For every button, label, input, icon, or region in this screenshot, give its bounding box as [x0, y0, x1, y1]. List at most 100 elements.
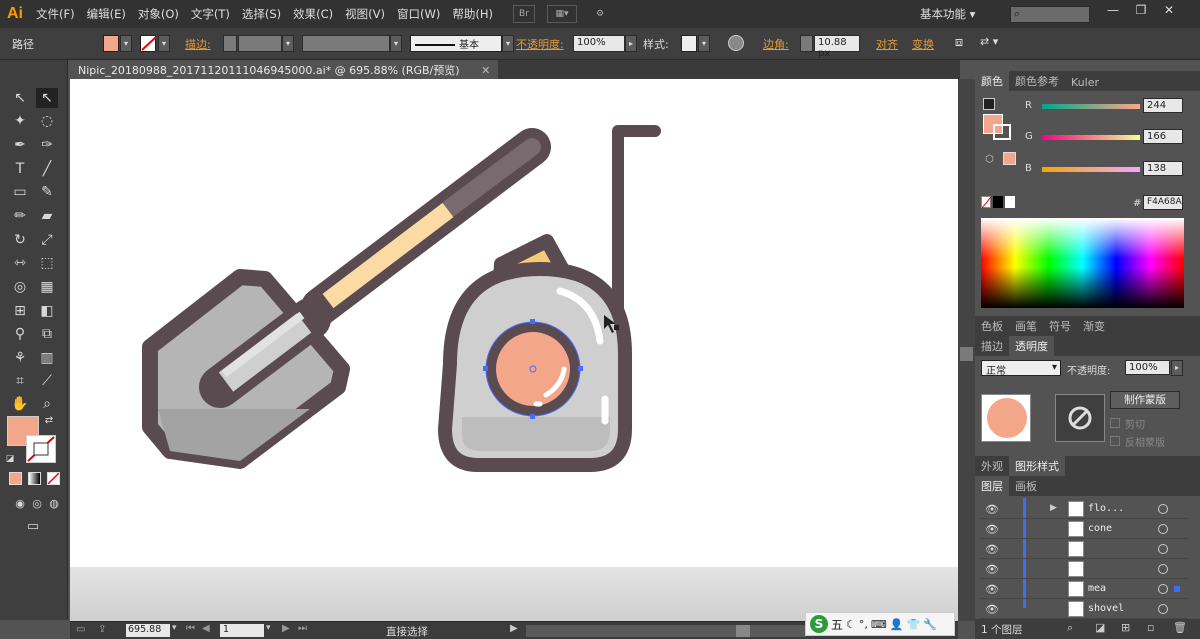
white-color-swatch[interactable] [1005, 196, 1015, 208]
artboard[interactable] [70, 79, 958, 567]
opacity-slider-toggle[interactable]: ▸ [1171, 360, 1183, 376]
eraser-icon[interactable]: ▰ [36, 206, 58, 226]
tab-stroke[interactable]: 描边 [975, 336, 1009, 356]
artboard-dropdown-icon[interactable]: ▾ [266, 623, 271, 633]
none-color-icon[interactable] [981, 196, 992, 209]
corner-stepper[interactable] [800, 35, 813, 52]
mesh-tool-icon[interactable]: ⊞ [9, 301, 31, 321]
new-layer-icon[interactable]: ▫ [1147, 621, 1154, 634]
target-icon[interactable] [1158, 584, 1168, 594]
ime-user-icon[interactable]: 👤 [890, 618, 904, 631]
hex-input[interactable]: F4A68A [1143, 195, 1183, 210]
pen-tool-icon[interactable]: ✒ [9, 135, 31, 155]
tab-graphic-styles[interactable]: 图形样式 [1009, 456, 1065, 476]
blend-mode-select[interactable]: 正常 ▾ [981, 360, 1061, 377]
stroke-weight-dropdown[interactable]: ▾ [282, 35, 294, 52]
color-mode-icon[interactable] [9, 472, 22, 485]
symbol-sprayer-icon[interactable]: ⚘ [9, 348, 31, 368]
tab-brushes[interactable]: 画笔 [1009, 316, 1043, 336]
layer-row[interactable]: 👁 [980, 540, 1188, 559]
stroke-label[interactable]: 描边: [185, 36, 211, 53]
clipping-mask-icon[interactable]: ◪ [1095, 621, 1105, 634]
brush-definition-select[interactable]: 基本 [410, 35, 502, 52]
shape-builder-icon[interactable]: ◎ [9, 277, 31, 297]
closest-web-color[interactable] [1003, 152, 1016, 165]
b-slider[interactable] [1042, 167, 1140, 172]
color-panel-stroke-swatch[interactable] [993, 124, 1011, 140]
anchor-point-right[interactable] [578, 366, 583, 371]
fill-dropdown[interactable]: ▾ [120, 35, 132, 52]
rotate-tool-icon[interactable]: ↻ [9, 230, 31, 250]
ime-mode-label[interactable]: 五 [831, 616, 843, 633]
stroke-swatch[interactable] [140, 35, 157, 52]
curvature-tool-icon[interactable]: ✑ [36, 135, 58, 155]
target-icon[interactable] [1158, 604, 1168, 614]
swap-colors-icon[interactable]: ⇄ [42, 414, 56, 428]
target-icon[interactable] [1158, 544, 1168, 554]
locate-object-icon[interactable]: ⌕ [1067, 621, 1073, 635]
target-icon[interactable] [1158, 524, 1168, 534]
corner-label[interactable]: 边角: [763, 36, 789, 53]
target-icon[interactable] [1158, 564, 1168, 574]
vertical-scrollbar[interactable] [958, 79, 975, 621]
blend-tool-icon[interactable]: ⧉ [36, 324, 58, 344]
line-tool-icon[interactable]: ╱ [36, 159, 58, 179]
paintbrush-icon[interactable]: ✎ [36, 182, 58, 202]
screen-mode-icon[interactable]: ▭ [22, 517, 44, 537]
transform-link[interactable]: 变换 [912, 36, 934, 53]
swap-icon[interactable] [983, 98, 995, 110]
eye-icon[interactable]: 👁 [985, 523, 999, 536]
eye-icon[interactable]: 👁 [985, 503, 999, 516]
zoom-dropdown-icon[interactable]: ▾ [172, 623, 177, 633]
layer-row[interactable]: 👁 ▶ flo... [980, 500, 1188, 519]
menu-select[interactable]: 选择(S) [236, 6, 287, 22]
layer-name[interactable]: flo... [1088, 503, 1124, 514]
hand-tool-icon[interactable]: ✋ [9, 394, 31, 414]
next-artboard-icon[interactable]: ▶ [282, 623, 290, 634]
pencil-icon[interactable]: ✏ [9, 206, 31, 226]
gradient-tool-icon[interactable]: ◧ [36, 301, 58, 321]
prev-artboard-icon[interactable]: ◀ [202, 623, 210, 634]
column-graph-icon[interactable]: ▥ [36, 348, 58, 368]
layer-row[interactable]: 👁 mea [980, 580, 1188, 599]
gpu-performance-icon[interactable]: ⚙ [589, 5, 611, 23]
first-artboard-icon[interactable]: ⏮ [186, 623, 195, 634]
layer-row[interactable]: 👁 [980, 560, 1188, 579]
r-slider[interactable] [1042, 104, 1140, 109]
tab-layers[interactable]: 图层 [975, 476, 1009, 496]
magic-wand-icon[interactable]: ✦ [9, 111, 31, 131]
tab-artboards[interactable]: 画板 [1009, 476, 1043, 496]
object-thumbnail[interactable] [981, 394, 1031, 442]
draw-inside-icon[interactable]: ◍ [43, 494, 65, 514]
horizontal-scroll-thumb[interactable] [736, 625, 750, 637]
eyedropper-icon[interactable]: ⚲ [9, 324, 31, 344]
corner-radius-input[interactable]: 10.88 px [814, 35, 860, 59]
selection-tool-icon[interactable]: ↖ [9, 88, 31, 108]
align-link[interactable]: 对齐 [876, 36, 898, 53]
anchor-point-bottom[interactable] [530, 414, 535, 419]
last-artboard-icon[interactable]: ⏭ [298, 623, 307, 634]
artboard-number-input[interactable]: 1 [220, 624, 264, 637]
eye-icon[interactable]: 👁 [985, 603, 999, 616]
panel-menu-icon[interactable]: ⇄ ▾ [980, 35, 1008, 52]
scroll-thumb[interactable] [960, 347, 973, 361]
variable-width-select[interactable] [302, 35, 390, 52]
eye-icon[interactable]: 👁 [985, 543, 999, 556]
rectangle-tool-icon[interactable]: ▭ [9, 182, 31, 202]
share-icon[interactable]: ⇪ [98, 624, 106, 635]
minimize-icon[interactable]: — [1100, 3, 1126, 19]
none-mode-icon[interactable] [47, 472, 60, 485]
ime-moon-icon[interactable]: ☾ [846, 618, 856, 631]
horizontal-scrollbar[interactable] [526, 625, 806, 637]
isolate-icon[interactable]: ⧈ [950, 35, 968, 52]
tab-transparency[interactable]: 透明度 [1009, 336, 1054, 356]
target-icon[interactable] [1158, 504, 1168, 514]
artwork[interactable] [70, 79, 958, 567]
expand-arrow-icon[interactable]: ▶ [1050, 503, 1057, 513]
tab-kuler[interactable]: Kuler [1065, 74, 1105, 91]
canvas-area[interactable] [70, 79, 958, 621]
anchor-point-left[interactable] [483, 366, 488, 371]
lasso-icon[interactable]: ◌ [36, 111, 58, 131]
eye-icon[interactable]: 👁 [985, 583, 999, 596]
menu-window[interactable]: 窗口(W) [391, 6, 446, 22]
